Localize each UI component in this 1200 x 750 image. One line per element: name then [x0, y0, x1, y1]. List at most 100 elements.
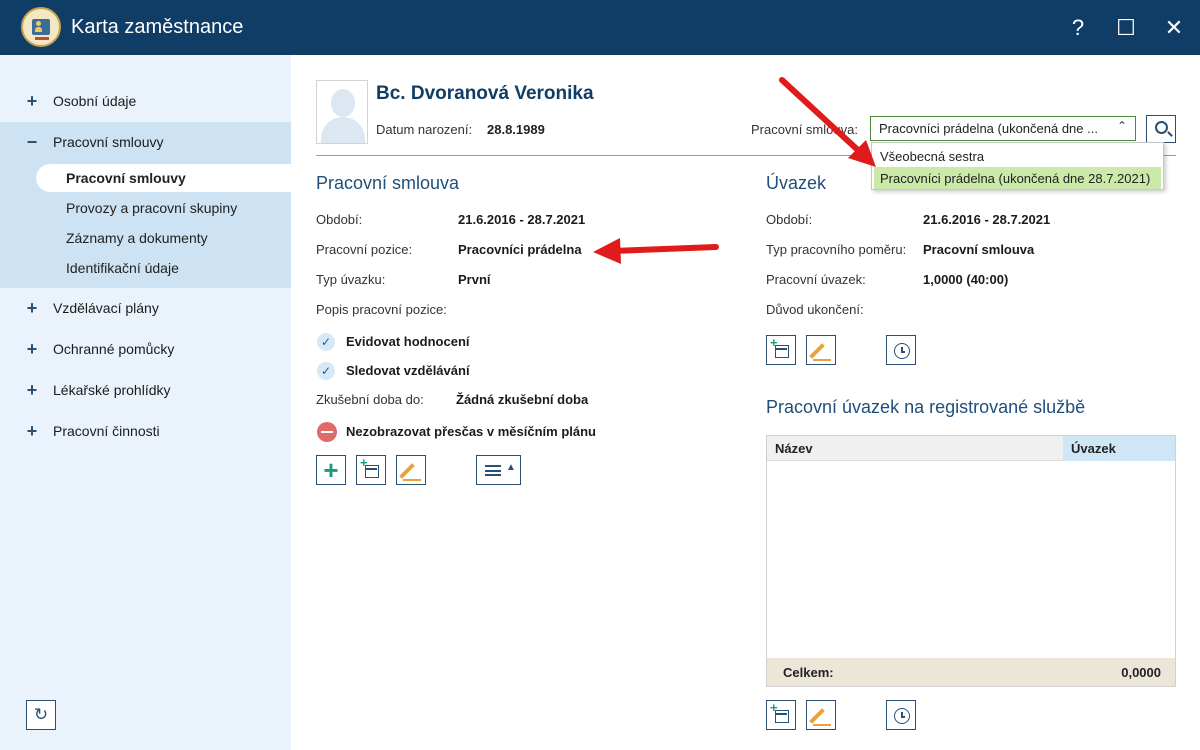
- position-value: Pracovníci prádelna: [458, 242, 582, 257]
- maximize-button[interactable]: ☐: [1108, 10, 1144, 46]
- sidebar-subitem-label: Pracovní smlouvy: [66, 170, 186, 186]
- position-label: Pracovní pozice:: [316, 242, 413, 257]
- dob-label: Datum narození:: [376, 122, 473, 137]
- avatar: [316, 80, 368, 144]
- dob-value: 28.8.1989: [487, 122, 545, 137]
- history-icon: [894, 343, 910, 359]
- calendar-icon: [365, 465, 379, 478]
- workload-period-value: 21.6.2016 - 28.7.2021: [923, 212, 1051, 227]
- edit-workload-button[interactable]: [806, 335, 836, 365]
- employment-type-label: Typ pracovního poměru:: [766, 242, 907, 257]
- sidebar-item-label: Pracovní smlouvy: [53, 134, 164, 150]
- collapse-icon: −: [26, 132, 38, 152]
- close-button[interactable]: ✕: [1156, 10, 1192, 46]
- sidebar-subitem-contracts[interactable]: Pracovní smlouvy: [36, 164, 291, 192]
- trial-period-value: Žádná zkušební doba: [456, 392, 589, 407]
- sidebar-item-label: Lékařské prohlídky: [53, 382, 171, 398]
- sidebar-item-protective-equipment[interactable]: + Ochranné pomůcky: [0, 329, 291, 369]
- sidebar-item-contracts[interactable]: − Pracovní smlouvy: [0, 122, 291, 162]
- sidebar-item-label: Ochranné pomůcky: [53, 341, 175, 357]
- calendar-icon: [775, 710, 789, 723]
- workload-type-label: Typ úvazku:: [316, 272, 386, 287]
- search-icon: [1155, 121, 1168, 134]
- contract-select-value: Pracovníci prádelna (ukončená dne ...: [879, 121, 1098, 136]
- evaluation-flag: Evidovat hodnocení: [346, 334, 470, 349]
- dropdown-option[interactable]: Všeobecná sestra: [874, 145, 1161, 167]
- title-bar: Karta zaměstnance ? ☐ ✕: [0, 0, 1200, 55]
- service-table: Název Úvazek Celkem: 0,0000: [766, 435, 1176, 687]
- sidebar-item-label: Osobní údaje: [53, 93, 137, 109]
- service-history-button[interactable]: [886, 700, 916, 730]
- total-label: Celkem:: [783, 665, 834, 680]
- employee-card-icon: [21, 7, 61, 47]
- add-service-workload-button[interactable]: +: [766, 700, 796, 730]
- chevron-up-icon: ⌃: [1116, 119, 1127, 133]
- period-label: Období:: [316, 212, 363, 227]
- sidebar-item-education-plans[interactable]: + Vzdělávací plány: [0, 288, 291, 328]
- overtime-flag: Nezobrazovat přesčas v měsíčním plánu: [346, 424, 596, 439]
- sidebar-item-work-activities[interactable]: + Pracovní činnosti: [0, 411, 291, 451]
- sidebar-subitem-identification[interactable]: Identifikační údaje: [36, 254, 291, 282]
- refresh-button[interactable]: ↻: [26, 700, 56, 730]
- search-button[interactable]: [1146, 115, 1176, 143]
- minus-circle-icon: [317, 422, 337, 442]
- help-button[interactable]: ?: [1060, 10, 1096, 46]
- column-header-workload[interactable]: Úvazek: [1063, 436, 1175, 461]
- edit-service-workload-button[interactable]: [806, 700, 836, 730]
- more-menu-button[interactable]: ▲: [476, 455, 521, 485]
- sidebar-subitem-records[interactable]: Záznamy a dokumenty: [36, 224, 291, 252]
- expand-icon: +: [26, 380, 38, 400]
- service-section-title: Pracovní úvazek na registrované službě: [766, 397, 1086, 417]
- trial-period-label: Zkušební doba do:: [316, 392, 424, 407]
- employment-type-value: Pracovní smlouva: [923, 242, 1035, 257]
- sidebar-item-label: Pracovní činnosti: [53, 423, 160, 439]
- expand-icon: +: [26, 339, 38, 359]
- refresh-icon: ↻: [33, 705, 49, 724]
- contract-select[interactable]: Pracovníci prádelna (ukončená dne ... ⌃: [870, 116, 1136, 141]
- sidebar-subitem-label: Záznamy a dokumenty: [66, 230, 208, 246]
- position-description-label: Popis pracovní pozice:: [316, 302, 447, 317]
- contract-section-title: Pracovní smlouva: [316, 173, 460, 193]
- sidebar-item-label: Vzdělávací plány: [53, 300, 159, 316]
- history-icon: [894, 708, 910, 724]
- sidebar-subitem-operations[interactable]: Provozy a pracovní skupiny: [36, 194, 291, 222]
- sidebar-item-personal-data[interactable]: + Osobní údaje: [0, 81, 291, 121]
- contract-label: Pracovní smlouva:: [751, 122, 858, 137]
- pencil-icon: [809, 708, 825, 724]
- employee-name: Bc. Dvoranová Veronika: [376, 83, 594, 104]
- menu-icon: [485, 465, 501, 476]
- edit-contract-button[interactable]: [396, 455, 426, 485]
- sidebar-item-medical-exams[interactable]: + Lékařské prohlídky: [0, 370, 291, 410]
- workload-section-title: Úvazek: [766, 173, 827, 193]
- expand-icon: +: [26, 421, 38, 441]
- period-value: 21.6.2016 - 28.7.2021: [458, 212, 586, 227]
- workload-period-label: Období:: [766, 212, 813, 227]
- sidebar-subitem-label: Provozy a pracovní skupiny: [66, 200, 238, 216]
- window-title: Karta zaměstnance: [71, 16, 244, 38]
- pencil-icon: [809, 343, 825, 359]
- workload-history-button[interactable]: [886, 335, 916, 365]
- workload-type-value: První: [458, 272, 491, 287]
- check-icon: ✓: [317, 333, 335, 351]
- expand-icon: +: [26, 91, 38, 111]
- dropdown-option-selected[interactable]: Pracovníci prádelna (ukončená dne 28.7.2…: [874, 167, 1161, 189]
- sidebar-subitem-label: Identifikační údaje: [66, 260, 179, 276]
- workload-label: Pracovní úvazek:: [766, 272, 866, 287]
- check-icon: ✓: [317, 362, 335, 380]
- table-header: Název Úvazek: [767, 436, 1175, 461]
- column-header-name[interactable]: Název: [775, 441, 813, 456]
- calendar-icon: [775, 345, 789, 358]
- sidebar-group-contracts: − Pracovní smlouvy Pracovní smlouvy Prov…: [0, 122, 291, 288]
- termination-reason-label: Důvod ukončení:: [766, 302, 864, 317]
- caret-up-icon: ▲: [506, 462, 516, 473]
- workload-value: 1,0000 (40:00): [923, 272, 1009, 287]
- add-workload-button[interactable]: +: [766, 335, 796, 365]
- pencil-icon: [399, 463, 415, 479]
- education-flag: Sledovat vzdělávání: [346, 363, 470, 378]
- sidebar: + Osobní údaje − Pracovní smlouvy Pracov…: [0, 55, 291, 750]
- add-dated-record-button[interactable]: +: [356, 455, 386, 485]
- total-value: 0,0000: [1121, 665, 1161, 680]
- add-contract-button[interactable]: +: [316, 455, 346, 485]
- table-footer: Celkem: 0,0000: [767, 658, 1175, 686]
- plus-icon: +: [323, 455, 339, 485]
